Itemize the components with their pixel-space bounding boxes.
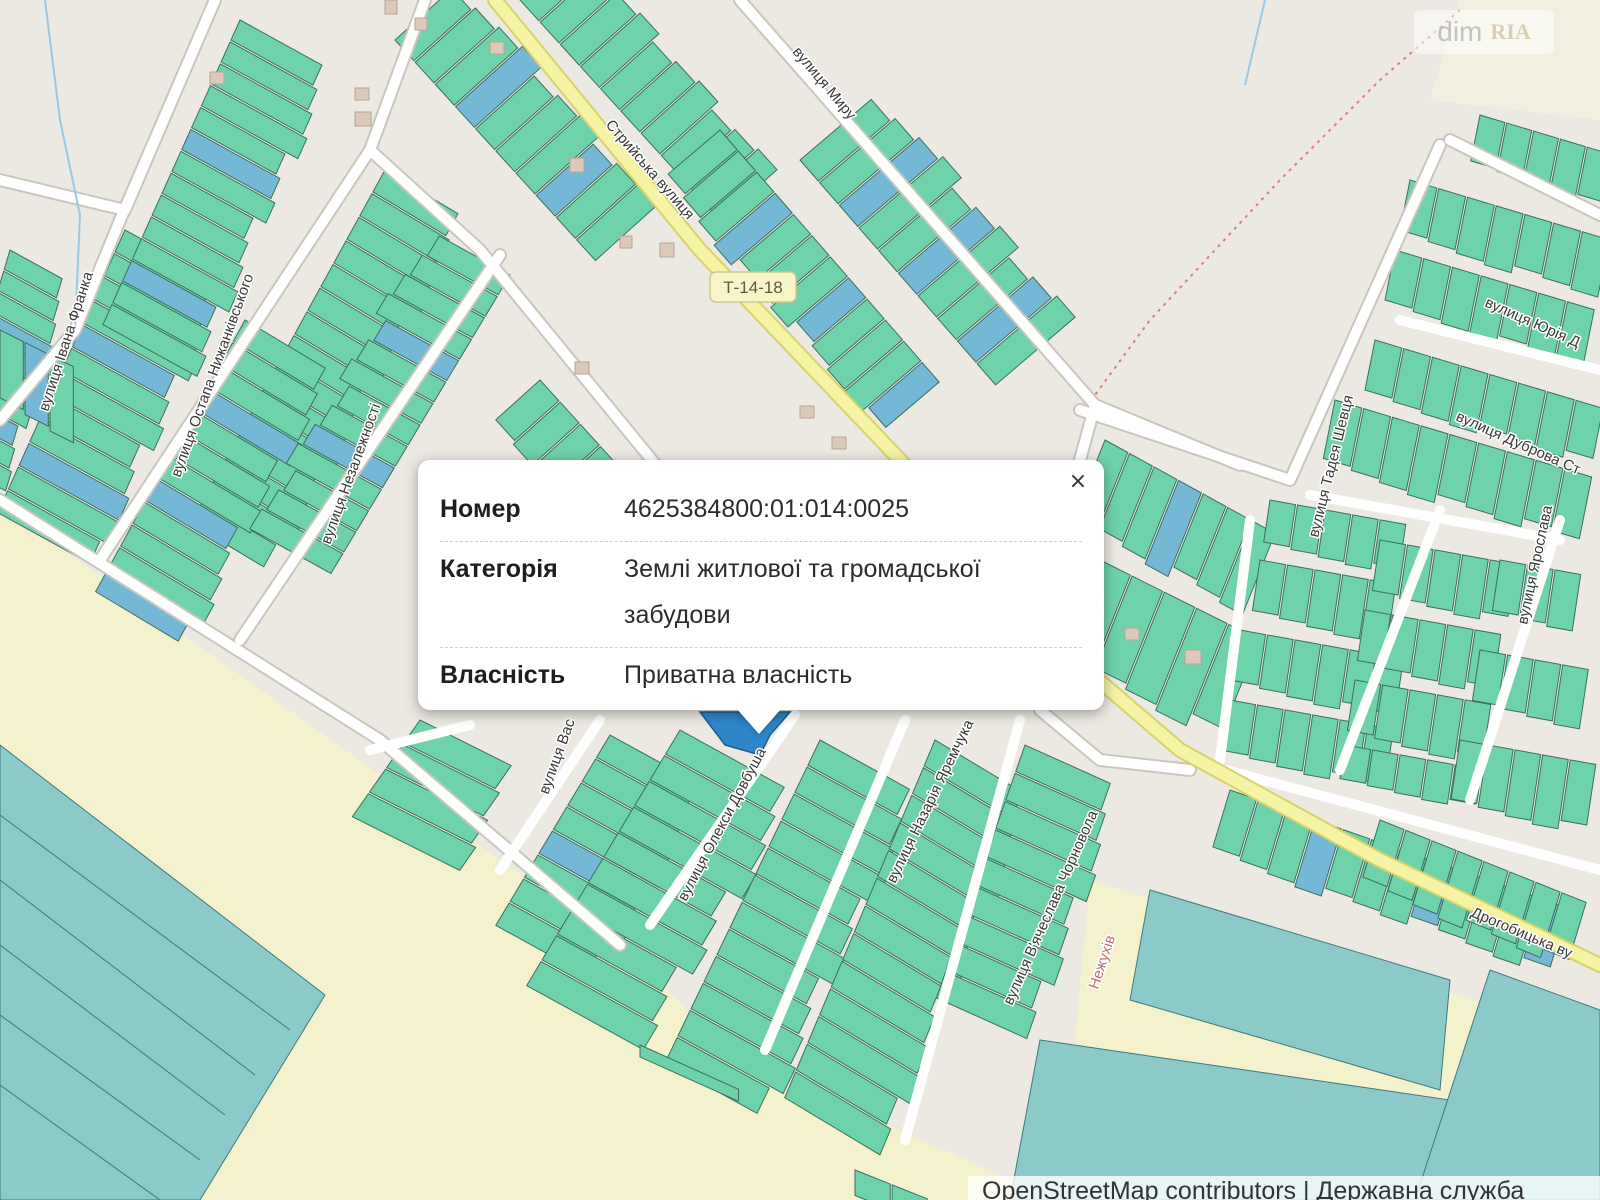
watermark-ria: RIA: [1490, 19, 1531, 44]
info-key-ownership: Власність: [440, 661, 566, 689]
site-watermark: dim RIA: [1414, 10, 1554, 54]
info-row-ownership: Власність Приватна власність: [440, 648, 1082, 707]
land-parcel[interactable]: [1263, 499, 1297, 548]
road-shield: Т-14-18: [709, 271, 797, 303]
watermark-dim: dim: [1437, 16, 1483, 47]
parcel-info-popup: × Номер 4625384800:01:014:0025 Категорія…: [418, 460, 1104, 710]
road-shield-label: Т-14-18: [723, 278, 783, 297]
info-value-number: 4625384800:01:014:0025: [624, 495, 910, 523]
land-parcel[interactable]: [1421, 759, 1454, 805]
info-row-category: Категорія Землі житлової та громадської …: [440, 542, 1082, 648]
info-key-number: Номер: [440, 495, 521, 523]
info-key-category: Категорія: [440, 555, 558, 583]
close-icon[interactable]: ×: [1066, 470, 1090, 494]
land-parcel[interactable]: [1366, 749, 1399, 791]
land-parcel[interactable]: [1393, 754, 1427, 798]
map-attribution[interactable]: OpenStreetMap contributors | Державна сл…: [968, 1176, 1600, 1200]
info-value-ownership: Приватна власність: [624, 661, 853, 689]
info-value-category: Землі житлової та громадської забудови: [624, 555, 981, 629]
info-row-number: Номер 4625384800:01:014:0025: [440, 482, 1082, 542]
popup-pointer: [736, 708, 782, 734]
